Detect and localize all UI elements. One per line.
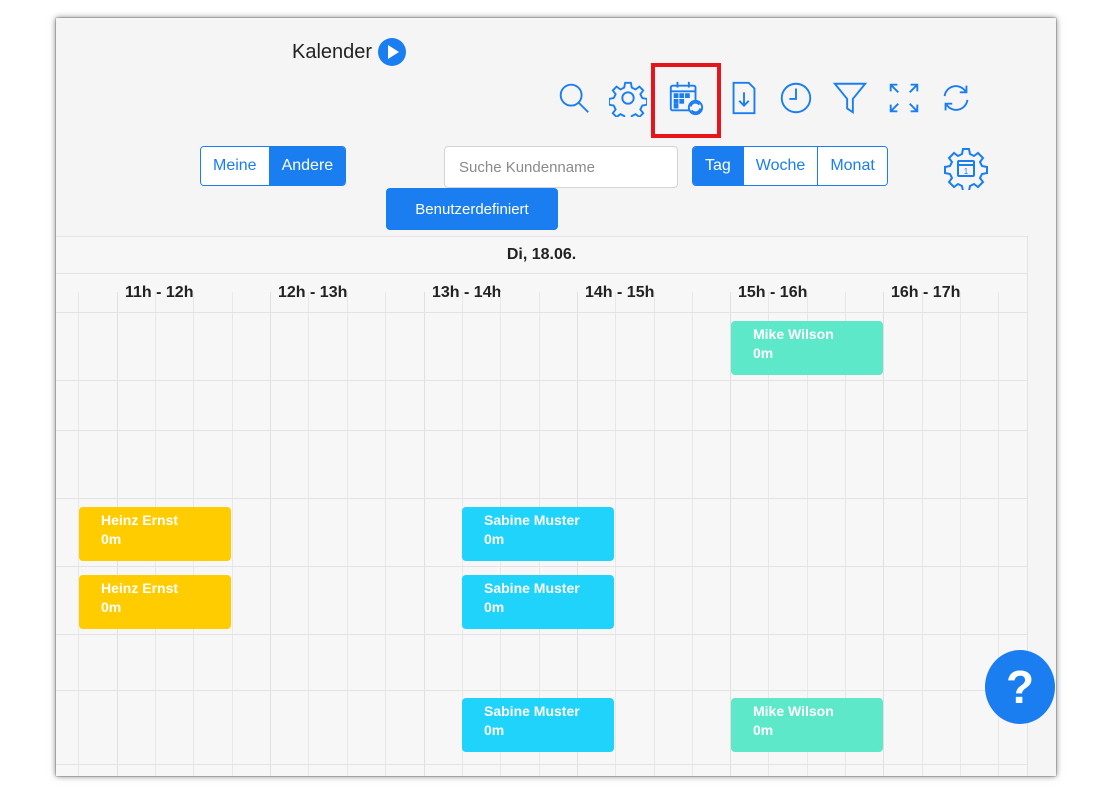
owner-toggle: Meine Andere — [200, 146, 347, 186]
grid-line — [654, 292, 655, 776]
event-name: Sabine Muster — [484, 703, 580, 719]
highlight-box — [651, 63, 721, 138]
search-icon[interactable] — [554, 78, 594, 118]
grid-line — [56, 430, 1027, 431]
calendar-title: Kalender — [292, 38, 407, 66]
event-name: Mike Wilson — [753, 326, 834, 342]
event-sabine-muster[interactable]: Sabine Muster 0m — [462, 698, 614, 752]
event-name: Sabine Muster — [484, 512, 580, 528]
event-name: Heinz Ernst — [101, 580, 179, 596]
day-button[interactable]: Tag — [693, 147, 744, 185]
grid-line — [385, 292, 386, 776]
grid-line — [56, 634, 1027, 635]
svg-text:1: 1 — [964, 167, 969, 176]
event-duration: 0m — [484, 722, 505, 738]
event-heinz-ernst[interactable]: Heinz Ernst 0m — [79, 507, 231, 561]
event-heinz-ernst[interactable]: Heinz Ernst 0m — [79, 575, 231, 629]
calendar-panel: Kalender Meine Andere Suche Kundenname T… — [56, 18, 1056, 776]
help-button[interactable]: ? — [985, 650, 1055, 724]
event-name: Heinz Ernst — [101, 512, 179, 528]
calendar-settings-icon[interactable]: 1 — [944, 146, 988, 192]
grid-line — [883, 292, 884, 776]
event-name: Sabine Muster — [484, 580, 580, 596]
grid-line — [232, 292, 233, 776]
mine-button[interactable]: Meine — [201, 147, 270, 185]
event-duration: 0m — [484, 531, 505, 547]
others-button[interactable]: Andere — [269, 147, 346, 185]
month-button[interactable]: Monat — [818, 147, 887, 185]
page-title: Kalender — [292, 40, 373, 63]
grid-line — [692, 292, 693, 776]
grid-line — [960, 292, 961, 776]
grid-line — [56, 380, 1027, 381]
week-button[interactable]: Woche — [743, 147, 819, 185]
grid-line — [922, 292, 923, 776]
event-mike-wilson[interactable]: Mike Wilson 0m — [731, 698, 883, 752]
calendar-grid: Di, 18.06. 11h - 12h 12h - 13h 13h - 14h… — [56, 236, 1028, 776]
grid-line — [56, 312, 1027, 313]
grid-line — [56, 764, 1027, 765]
search-input[interactable] — [444, 146, 678, 188]
play-icon[interactable] — [378, 38, 407, 66]
grid-line — [56, 566, 1027, 567]
event-name: Mike Wilson — [753, 703, 834, 719]
grid-line — [615, 292, 616, 776]
event-sabine-muster[interactable]: Sabine Muster 0m — [462, 507, 614, 561]
event-duration: 0m — [484, 599, 505, 615]
grid-line — [308, 292, 309, 776]
settings-gear-icon[interactable] — [608, 78, 648, 118]
fullscreen-icon[interactable] — [884, 78, 924, 118]
day-header: Di, 18.06. — [56, 236, 1027, 274]
grid-line — [56, 498, 1027, 499]
grid-line — [347, 292, 348, 776]
filter-icon[interactable] — [830, 78, 870, 118]
event-duration: 0m — [101, 531, 122, 547]
event-duration: 0m — [101, 599, 122, 615]
document-download-icon[interactable] — [724, 78, 764, 118]
event-duration: 0m — [753, 345, 774, 361]
range-toggle: Tag Woche Monat — [692, 146, 888, 186]
custom-range-button[interactable]: Benutzerdefiniert — [386, 188, 558, 230]
grid-line — [56, 690, 1027, 691]
event-mike-wilson[interactable]: Mike Wilson 0m — [731, 321, 883, 375]
refresh-icon[interactable] — [936, 78, 976, 118]
grid-line — [270, 292, 271, 776]
event-duration: 0m — [753, 722, 774, 738]
clock-icon[interactable] — [776, 78, 816, 118]
grid-line — [424, 292, 425, 776]
event-sabine-muster[interactable]: Sabine Muster 0m — [462, 575, 614, 629]
